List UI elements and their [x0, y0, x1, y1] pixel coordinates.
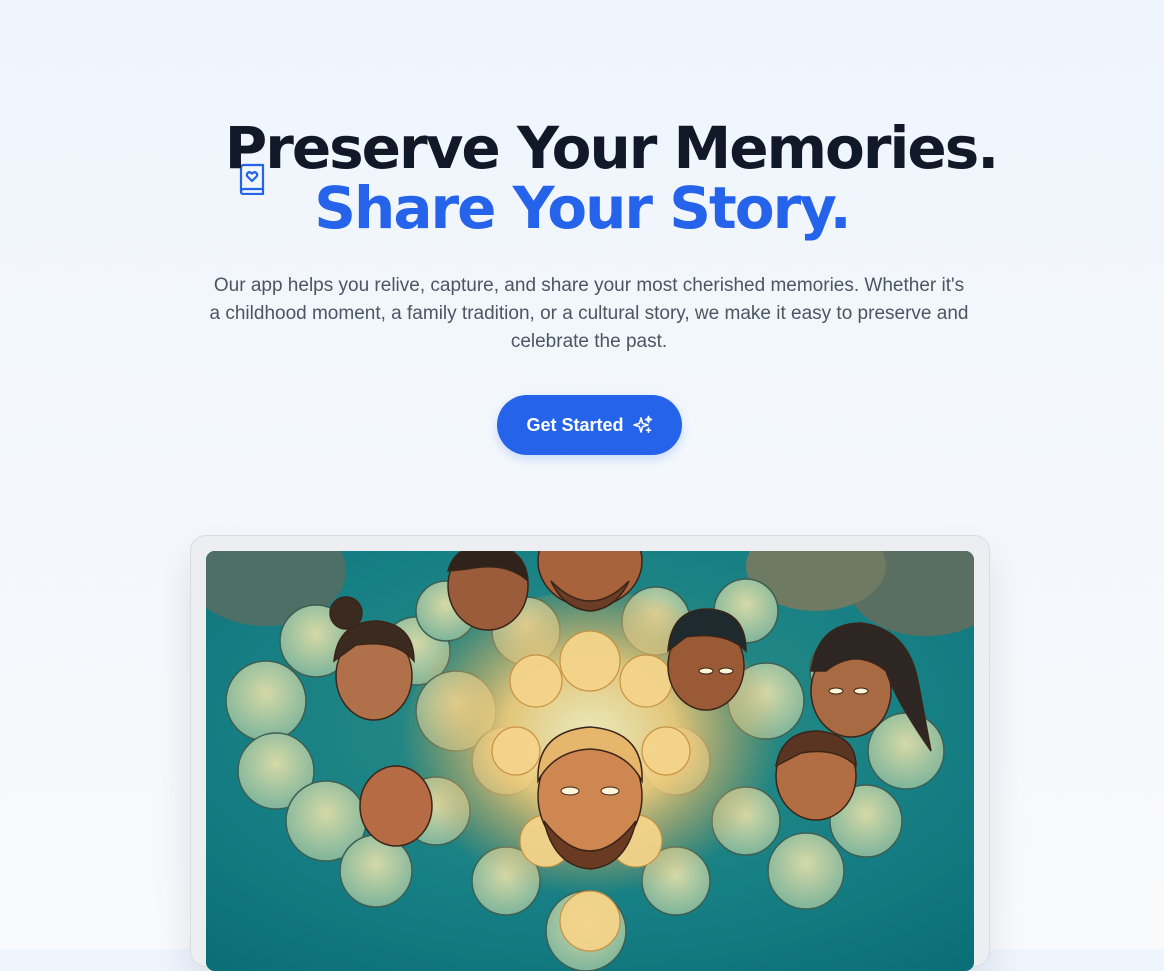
- preview-frame: [190, 535, 990, 971]
- memories-illustration: [206, 551, 974, 971]
- get-started-button[interactable]: Get Started: [497, 395, 682, 455]
- get-started-label: Get Started: [526, 414, 624, 435]
- hero-title: Preserve Your Memories. Share Your Story…: [0, 118, 1164, 238]
- title-line-primary: Preserve Your Memories.: [224, 114, 1000, 182]
- hero-description: Our app helps you relive, capture, and s…: [209, 275, 969, 352]
- title-line-accent: Share Your Story.: [314, 174, 851, 242]
- hero-section: Preserve Your Memories. Share Your Story…: [0, 0, 1164, 971]
- sparkles-icon: [632, 415, 652, 433]
